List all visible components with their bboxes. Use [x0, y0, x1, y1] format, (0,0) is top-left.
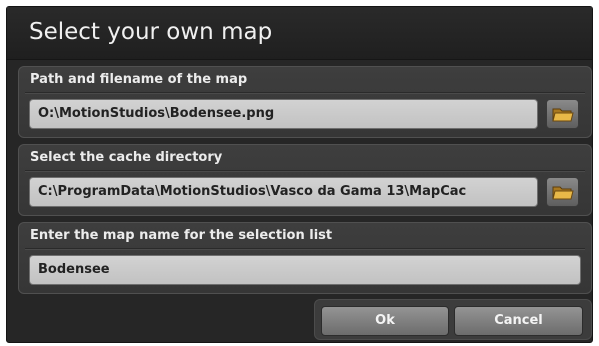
map-name-group: Enter the map name for the selection lis…: [18, 222, 592, 294]
dialog-title-bar: Select your own map: [7, 7, 592, 60]
map-path-browse-button[interactable]: [546, 99, 579, 129]
map-path-label: Path and filename of the map: [30, 72, 248, 87]
dialog-title: Select your own map: [29, 19, 273, 45]
map-name-label: Enter the map name for the selection lis…: [30, 228, 333, 243]
map-name-divider: [25, 248, 585, 250]
folder-icon: [552, 186, 574, 200]
select-map-dialog: Select your own map Path and filename of…: [6, 6, 593, 343]
cache-directory-field[interactable]: C:\ProgramData\MotionStudios\Vasco da Ga…: [29, 177, 538, 207]
map-name-field[interactable]: Bodensee: [29, 255, 581, 285]
map-path-divider: [25, 92, 585, 94]
map-path-group: Path and filename of the map O:\MotionSt…: [18, 66, 592, 138]
map-path-field[interactable]: O:\MotionStudios\Bodensee.png: [29, 99, 538, 129]
cache-directory-label: Select the cache directory: [30, 150, 223, 165]
cache-directory-browse-button[interactable]: [546, 177, 579, 207]
folder-icon: [552, 108, 574, 122]
cancel-button[interactable]: Cancel: [454, 306, 583, 336]
cache-directory-divider: [25, 170, 585, 172]
ok-button[interactable]: Ok: [321, 306, 449, 336]
cache-directory-group: Select the cache directory C:\ProgramDat…: [18, 144, 592, 216]
dialog-button-area: Ok Cancel: [314, 299, 592, 340]
